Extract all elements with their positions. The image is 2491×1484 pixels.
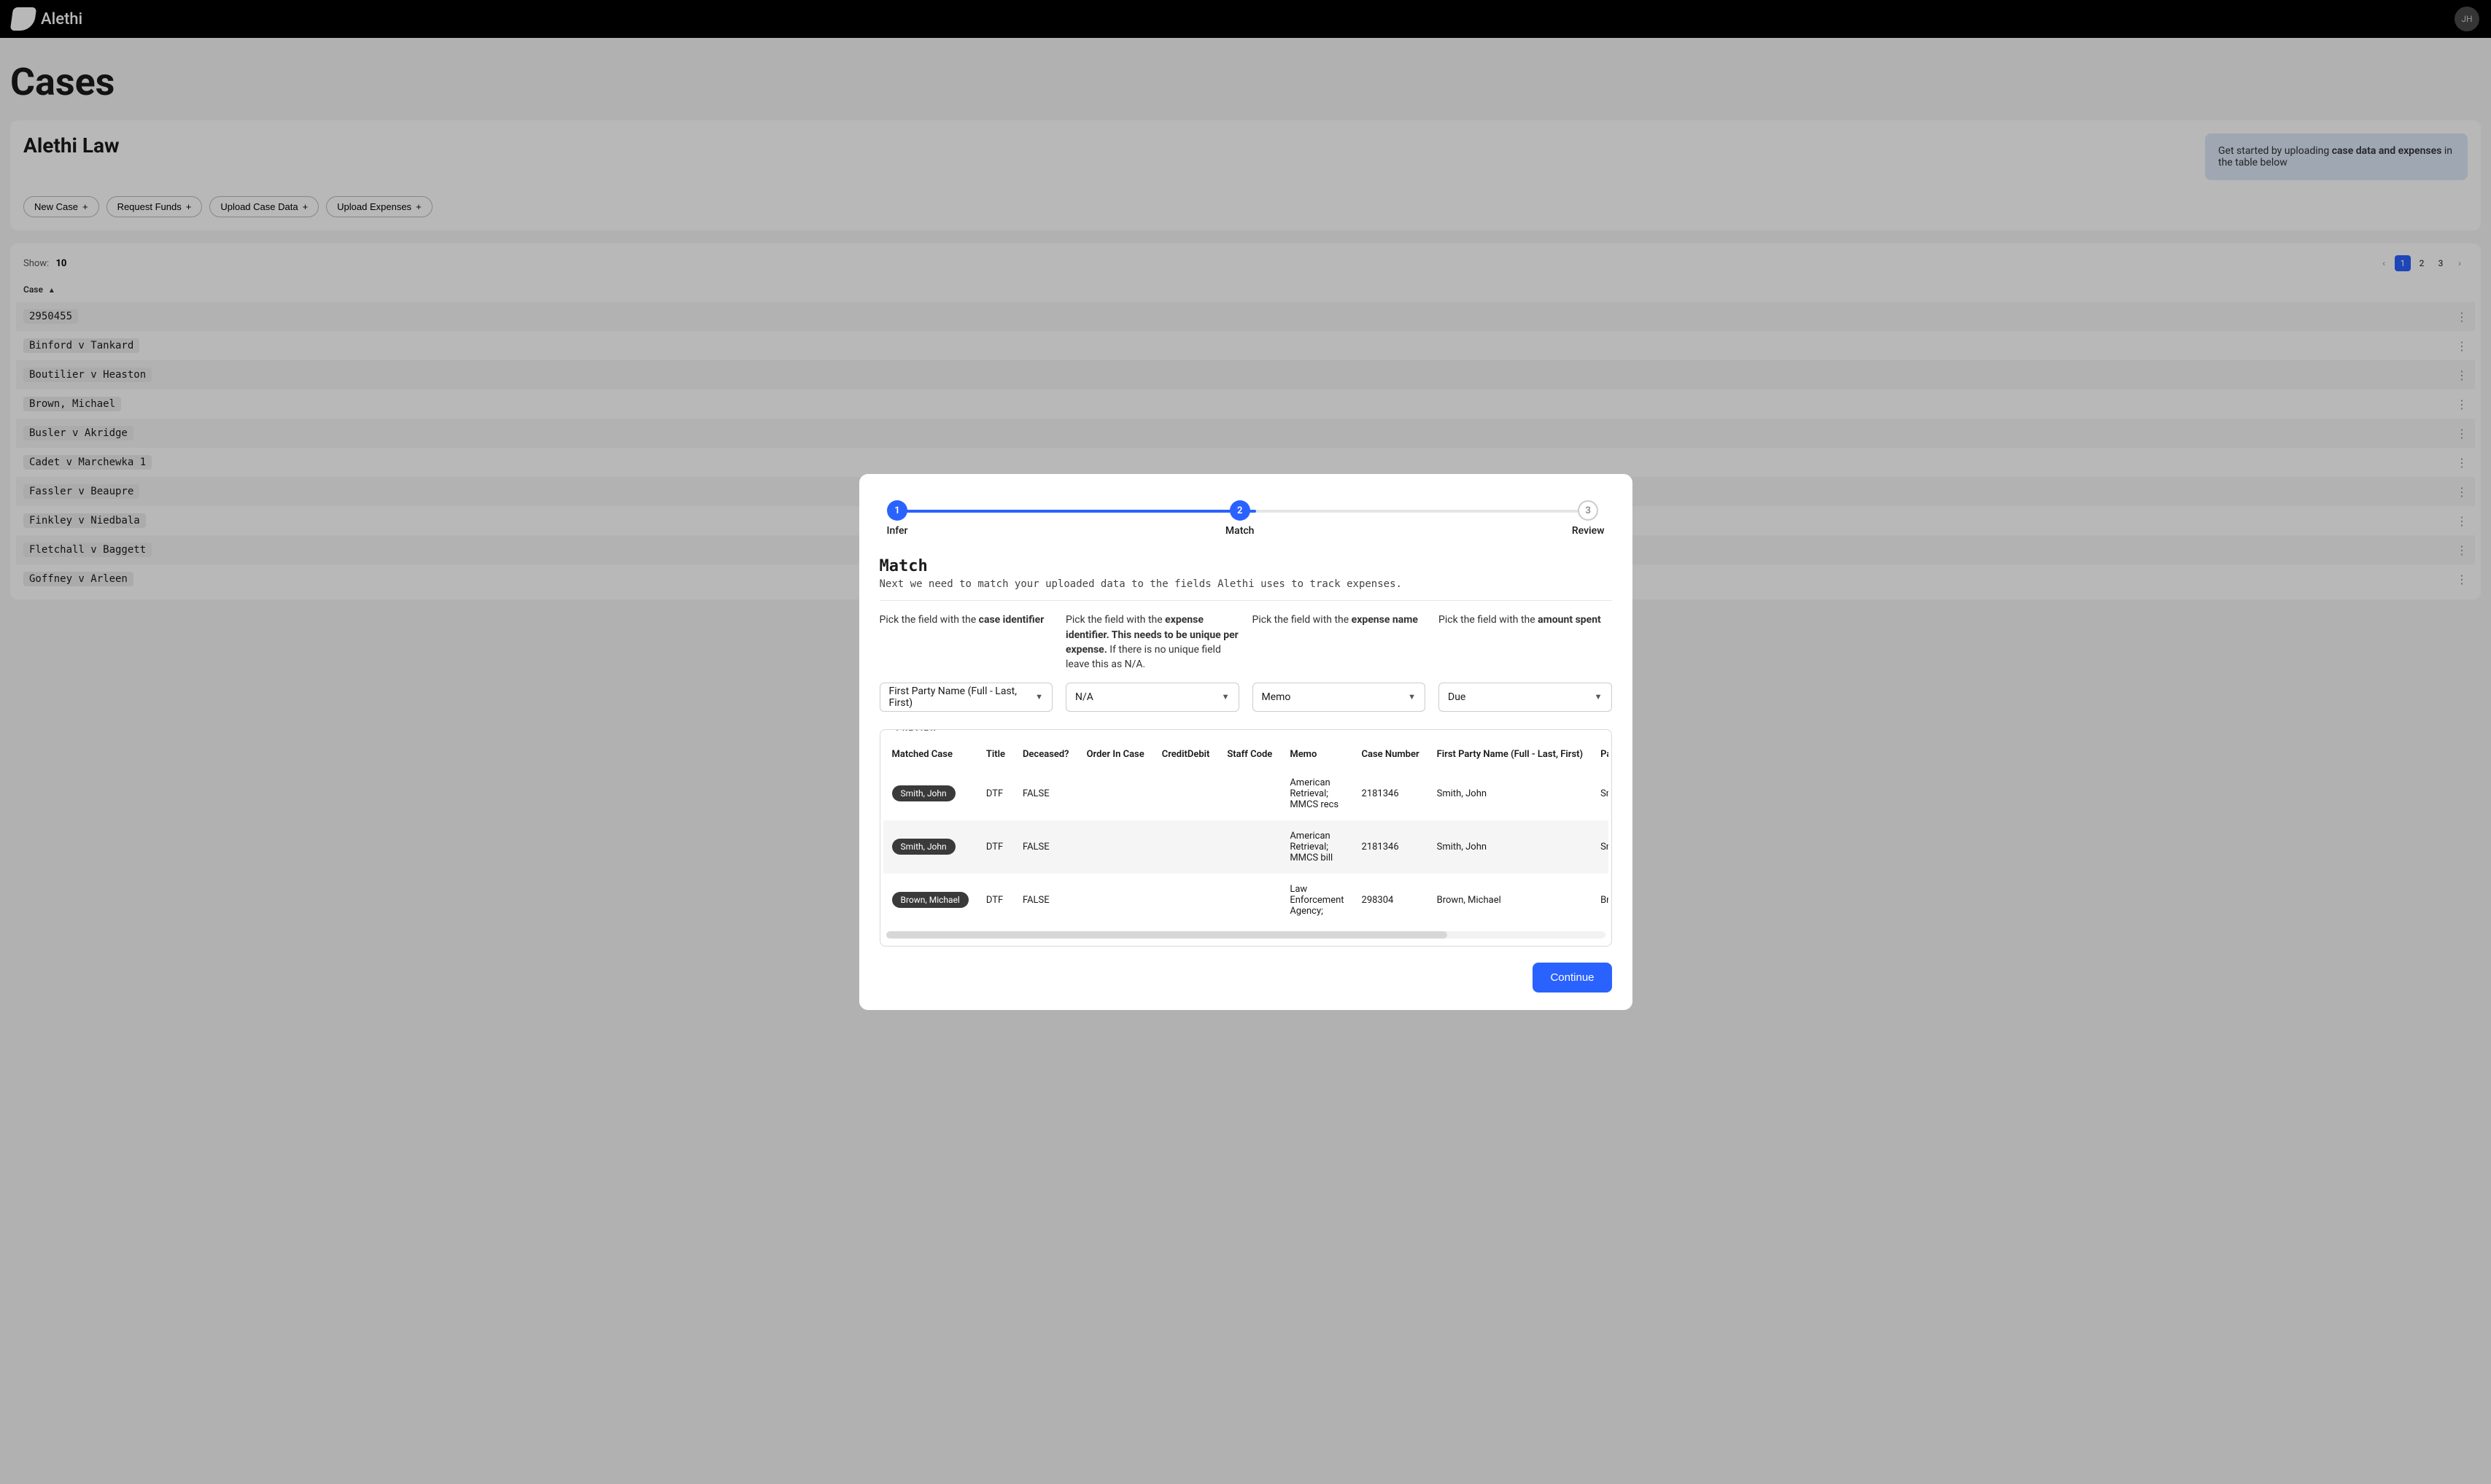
p1-bold: case identifier	[979, 614, 1045, 626]
step-review: 3 Review	[1572, 500, 1605, 537]
continue-label: Continue	[1550, 971, 1594, 984]
pick-expense-name: Pick the field with the expense name	[1252, 613, 1426, 672]
preview-cell	[1078, 820, 1153, 874]
modal-backdrop: 1 Infer 2 Match 3 Review Match Next we n…	[0, 0, 2491, 1484]
col-party: Party Name (Full - Last, First)	[1592, 742, 1608, 767]
col-title: Title	[977, 742, 1014, 767]
select-amount-spent-value: Due	[1448, 691, 1465, 703]
preview-cell	[1218, 820, 1281, 874]
preview-cell: DTF	[977, 767, 1014, 820]
preview-cell: FALSE	[1014, 820, 1078, 874]
preview-cell: Smith, John	[1592, 767, 1608, 820]
col-memo: Memo	[1281, 742, 1352, 767]
p2-prefix: Pick the field with the	[1066, 614, 1165, 626]
pick-amount-spent: Pick the field with the amount spent	[1438, 613, 1612, 672]
preview-cell: Smith, John	[1592, 820, 1608, 874]
matched-chip: Brown, Michael	[892, 892, 969, 908]
chevron-down-icon: ▼	[1035, 692, 1043, 702]
chevron-down-icon: ▼	[1408, 692, 1416, 702]
preview-scroll[interactable]: Matched Case Title Deceased? Order In Ca…	[883, 742, 1608, 927]
preview-cell	[1153, 767, 1219, 820]
pick-instructions: Pick the field with the case identifier …	[880, 613, 1612, 672]
divider	[880, 600, 1612, 601]
preview-table: Matched Case Title Deceased? Order In Ca…	[883, 742, 1608, 927]
step-match: 2 Match	[1225, 500, 1255, 537]
col-first-party: First Party Name (Full - Last, First)	[1428, 742, 1592, 767]
p4-bold: amount spent	[1538, 614, 1601, 626]
step-label-2: Match	[1225, 525, 1255, 537]
step-label-1: Infer	[887, 525, 908, 537]
p4-prefix: Pick the field with the	[1438, 614, 1538, 626]
continue-button[interactable]: Continue	[1533, 963, 1611, 992]
modal-section-title: Match	[880, 557, 1612, 575]
preview-cell	[1078, 874, 1153, 927]
p3-bold: expense name	[1352, 614, 1418, 626]
step-label-3: Review	[1572, 525, 1605, 537]
preview-row: Smith, John DTFFALSE American Retrieval; M…	[883, 767, 1608, 820]
select-expense-name-value: Memo	[1262, 691, 1291, 703]
preview-cell: 2181346	[1353, 767, 1428, 820]
pick-case-identifier: Pick the field with the case identifier	[880, 613, 1053, 672]
preview-cell: DTF	[977, 874, 1014, 927]
select-case-identifier[interactable]: First Party Name (Full - Last, First) ▼	[880, 683, 1053, 712]
col-matched: Matched Case	[883, 742, 977, 767]
preview-cell	[1218, 874, 1281, 927]
preview-cell: FALSE	[1014, 874, 1078, 927]
step-dot-1: 1	[887, 500, 907, 521]
select-amount-spent[interactable]: Due ▼	[1438, 683, 1612, 712]
p3-prefix: Pick the field with the	[1252, 614, 1352, 626]
stepper: 1 Infer 2 Match 3 Review	[887, 500, 1605, 537]
preview-cell: Brown, Michael	[883, 874, 977, 927]
pick-expense-identifier: Pick the field with the expense identifi…	[1066, 613, 1239, 672]
select-case-identifier-value: First Party Name (Full - Last, First)	[889, 685, 1036, 709]
select-expense-identifier[interactable]: N/A ▼	[1066, 683, 1239, 712]
preview-cell: Smith, John	[1428, 820, 1592, 874]
preview-box: PREVIEW Matched Case Title Deceased? Ord…	[880, 729, 1612, 947]
preview-cell: Brown, Michael	[1592, 874, 1608, 927]
scrollbar-thumb[interactable]	[886, 931, 1447, 939]
preview-cell: American Retrieval; MMCS bill	[1281, 820, 1352, 874]
preview-horizontal-scrollbar[interactable]	[886, 931, 1605, 939]
preview-cell: Smith, John	[1428, 767, 1592, 820]
select-row: First Party Name (Full - Last, First) ▼ …	[880, 683, 1612, 712]
preview-cell: FALSE	[1014, 767, 1078, 820]
preview-cell: 298304	[1353, 874, 1428, 927]
preview-cell: DTF	[977, 820, 1014, 874]
preview-cell: Brown, Michael	[1428, 874, 1592, 927]
col-staff: Staff Code	[1218, 742, 1281, 767]
col-deceased: Deceased?	[1014, 742, 1078, 767]
modal-section-sub: Next we need to match your uploaded data…	[880, 578, 1612, 590]
step-dot-2: 2	[1230, 500, 1250, 521]
preview-cell: Smith, John	[883, 820, 977, 874]
step-infer: 1 Infer	[887, 500, 908, 537]
preview-row: Smith, John DTFFALSE American Retrieval; M…	[883, 820, 1608, 874]
chevron-down-icon: ▼	[1595, 692, 1603, 702]
col-case-number: Case Number	[1353, 742, 1428, 767]
preview-cell: Law Enforcement Agency;	[1281, 874, 1352, 927]
col-creditdebit: CreditDebit	[1153, 742, 1219, 767]
preview-cell: American Retrieval; MMCS recs	[1281, 767, 1352, 820]
preview-cell: Smith, John	[883, 767, 977, 820]
chevron-down-icon: ▼	[1222, 692, 1230, 702]
col-order: Order In Case	[1078, 742, 1153, 767]
preview-row: Brown, Michael DTFFALSE Law Enforcement Ag…	[883, 874, 1608, 927]
matched-chip: Smith, John	[892, 839, 956, 855]
stepper-progress	[897, 510, 1256, 513]
matched-chip: Smith, John	[892, 785, 956, 801]
preview-cell	[1153, 874, 1219, 927]
preview-cell	[1078, 767, 1153, 820]
step-dot-3: 3	[1578, 500, 1598, 521]
match-modal: 1 Infer 2 Match 3 Review Match Next we n…	[859, 474, 1632, 1009]
preview-cell	[1153, 820, 1219, 874]
select-expense-identifier-value: N/A	[1075, 691, 1093, 703]
preview-legend: PREVIEW	[891, 729, 944, 733]
p1-prefix: Pick the field with the	[880, 614, 979, 626]
select-expense-name[interactable]: Memo ▼	[1252, 683, 1426, 712]
preview-cell: 2181346	[1353, 820, 1428, 874]
preview-cell	[1218, 767, 1281, 820]
